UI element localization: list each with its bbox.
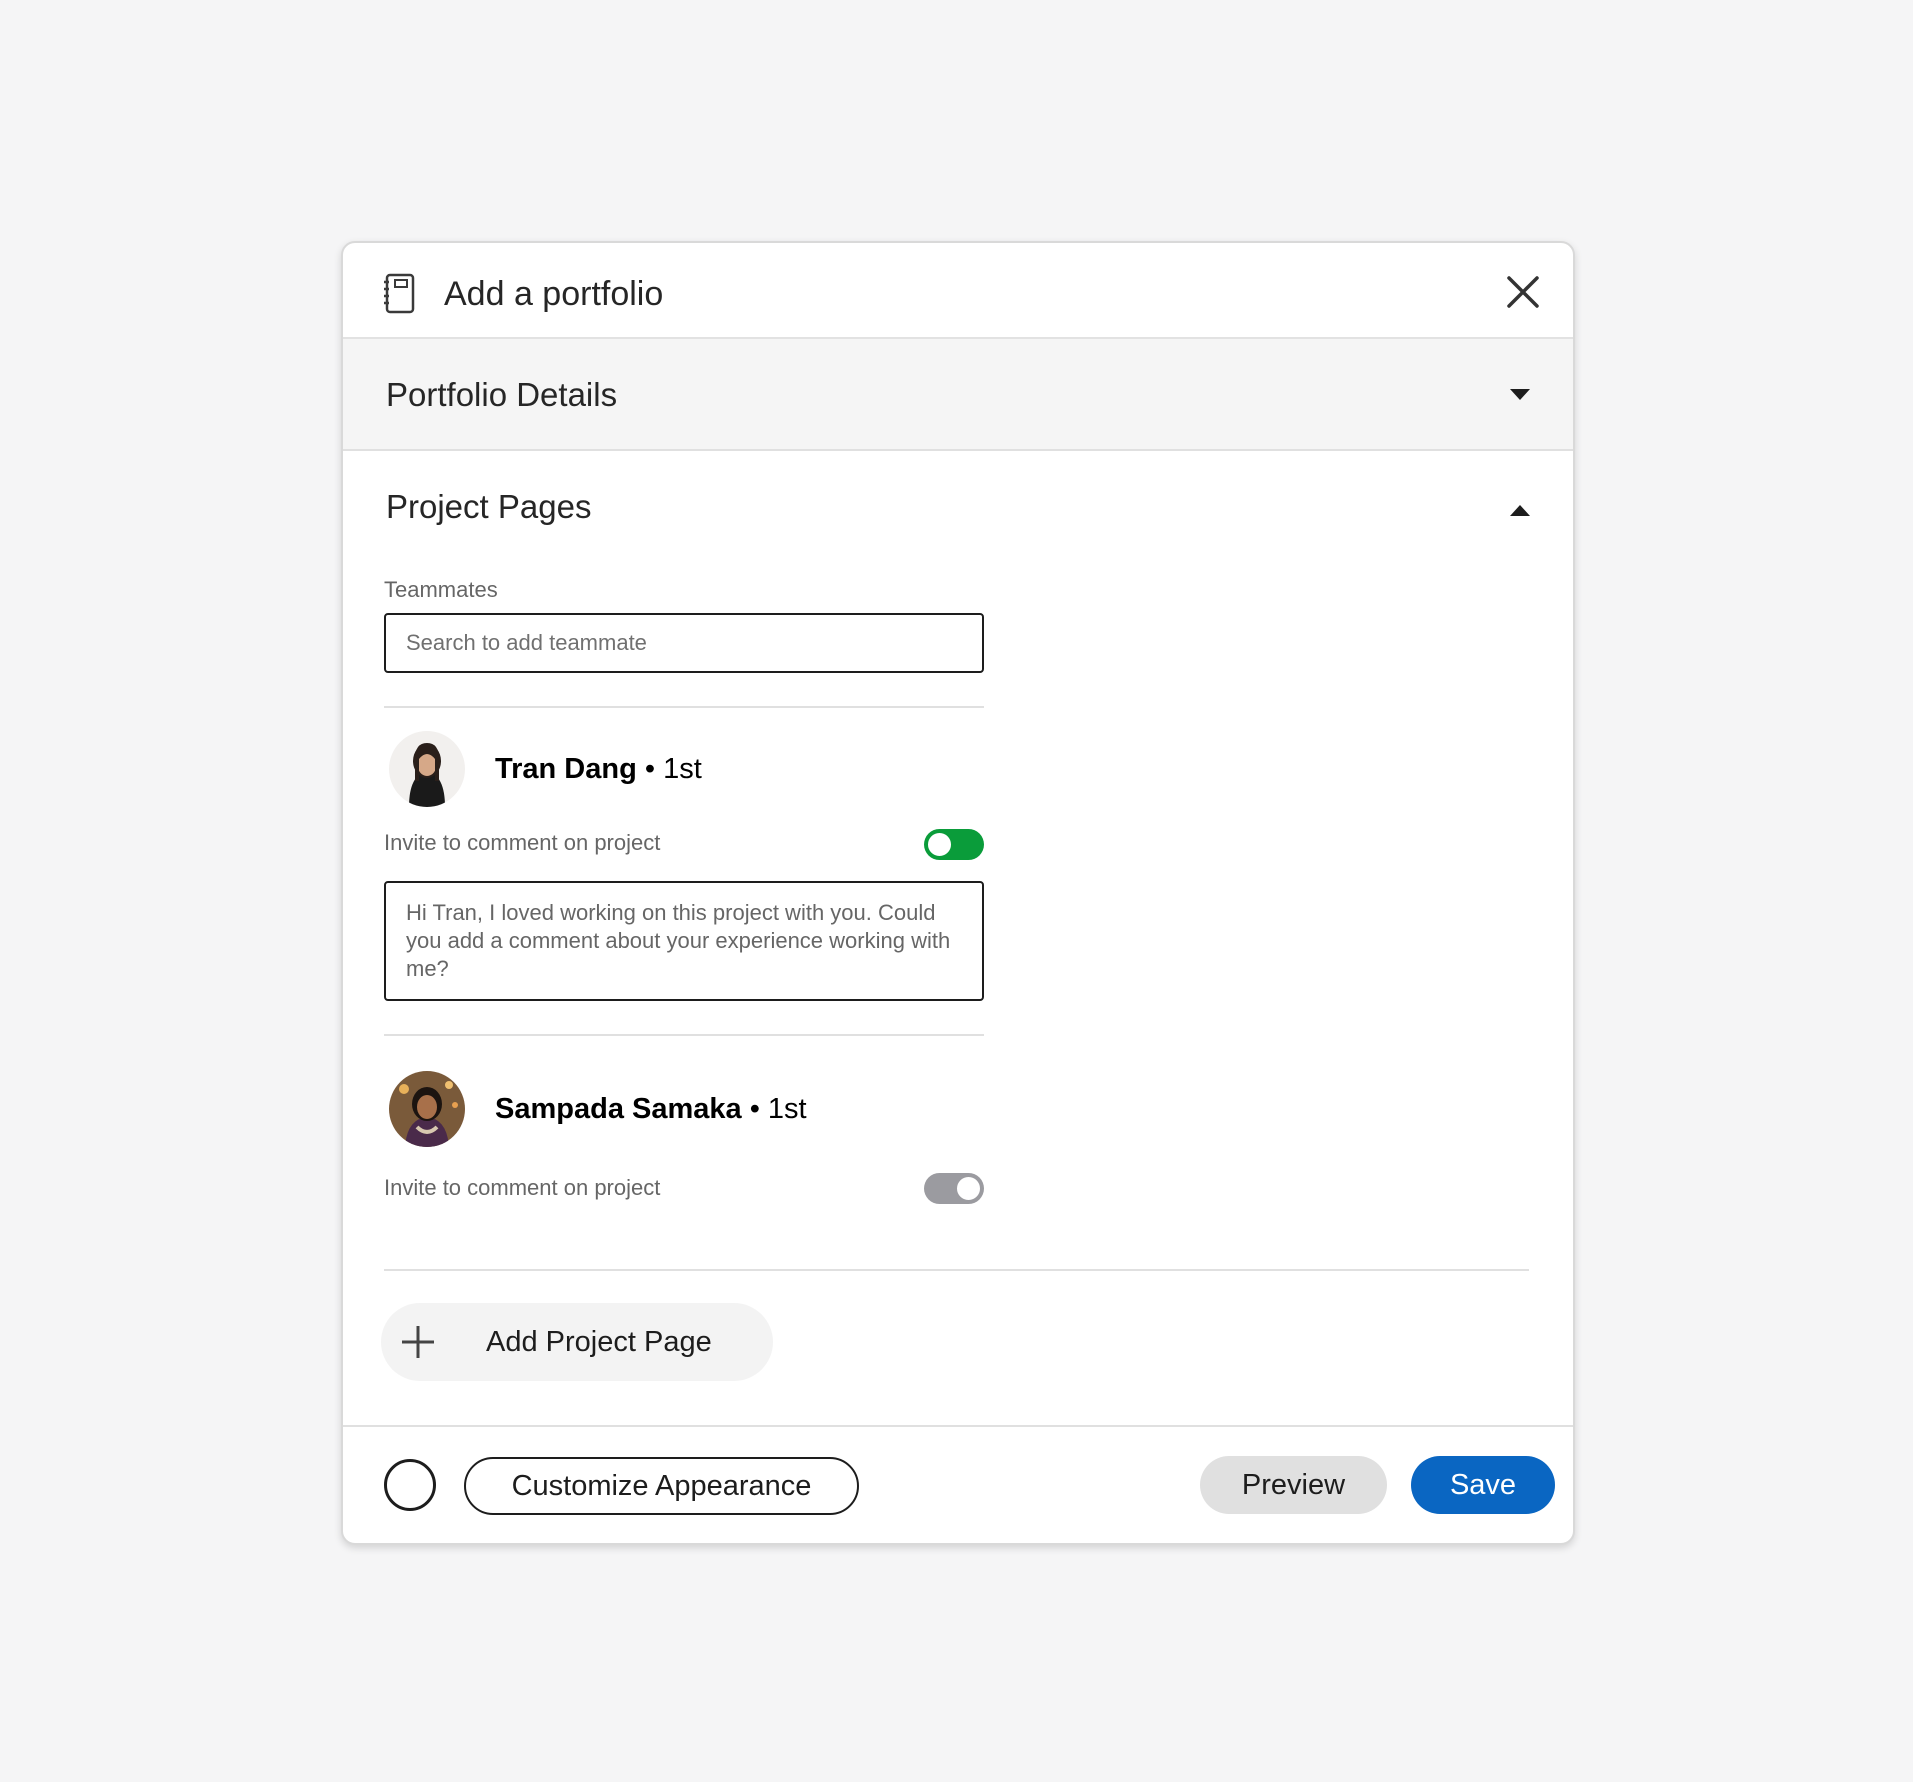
divider <box>384 706 984 708</box>
toggle-knob <box>926 831 953 858</box>
invite-label: Invite to comment on project <box>384 1175 661 1200</box>
avatar <box>389 1071 465 1147</box>
avatar <box>389 731 465 807</box>
add-project-page-button[interactable]: Add Project Page <box>381 1303 773 1381</box>
project-pages-title: Project Pages <box>386 488 592 525</box>
toggle-knob <box>955 1175 982 1202</box>
appearance-color-swatch[interactable] <box>384 1459 436 1511</box>
portfolio-notebook-icon <box>384 273 415 314</box>
dialog-title: Add a portfolio <box>444 275 664 313</box>
add-project-page-label: Add Project Page <box>486 1326 712 1358</box>
footer-divider <box>343 1425 1573 1427</box>
preview-button[interactable]: Preview <box>1200 1456 1387 1514</box>
add-portfolio-dialog: Add a portfolio Portfolio Details Projec… <box>341 241 1575 1545</box>
invite-toggle[interactable] <box>924 1173 984 1204</box>
invite-toggle[interactable] <box>924 829 984 860</box>
teammates-label: Teammates <box>384 577 498 602</box>
chevron-up-icon[interactable] <box>1510 505 1530 516</box>
chevron-down-icon[interactable] <box>1510 389 1530 400</box>
close-icon[interactable] <box>1506 275 1540 309</box>
portfolio-details-title: Portfolio Details <box>386 376 618 413</box>
invite-message-textarea[interactable]: Hi Tran, I loved working on this project… <box>384 881 984 1001</box>
portfolio-details-section[interactable]: Portfolio Details <box>343 339 1573 451</box>
save-button[interactable]: Save <box>1411 1456 1555 1514</box>
invite-label: Invite to comment on project <box>384 830 661 855</box>
dialog-header: Add a portfolio <box>343 243 1573 339</box>
divider <box>384 1269 1529 1271</box>
teammate-name: Sampada Samaka • 1st <box>495 1093 807 1125</box>
teammate-search-input[interactable] <box>384 613 984 673</box>
customize-appearance-button[interactable]: Customize Appearance <box>464 1457 859 1515</box>
divider <box>384 1034 984 1036</box>
plus-icon <box>402 1326 434 1358</box>
teammate-name: Tran Dang • 1st <box>495 753 702 785</box>
